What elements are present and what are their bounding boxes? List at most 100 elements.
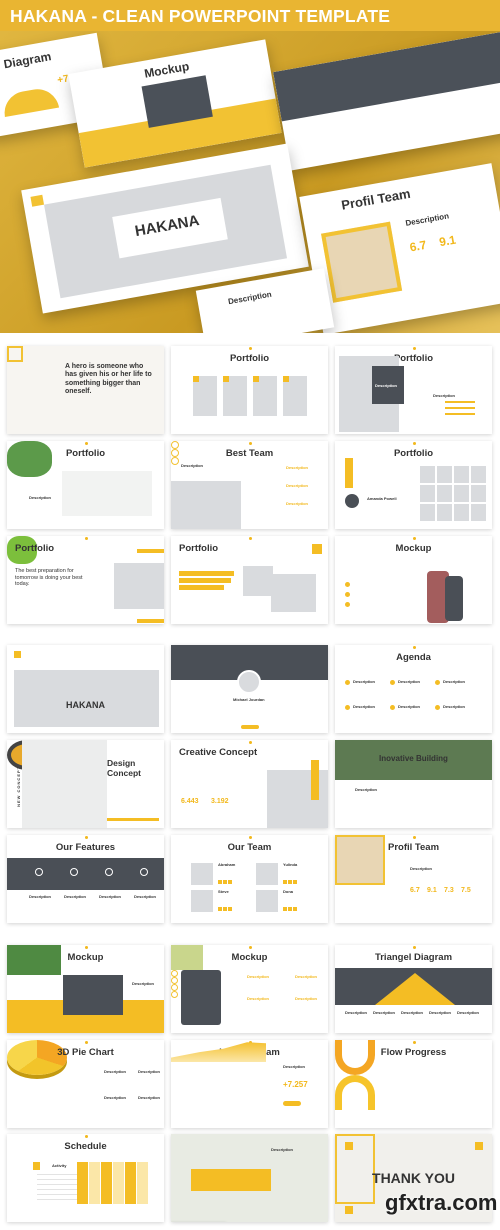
accent-bar: [107, 818, 159, 821]
slide-tablet[interactable]: Mockup Description Description Description D…: [171, 945, 328, 1033]
slide-design[interactable]: Design Concept NEW CONCEPT: [7, 740, 164, 828]
slide-title: Best Team: [225, 448, 274, 459]
hero-card-title: Profil Team: [340, 185, 412, 213]
slide-features[interactable]: Our Features Description Description Descri…: [7, 835, 164, 923]
row-line: [37, 1199, 77, 1200]
slide-bars[interactable]: Portfolio: [171, 536, 328, 624]
description-label: Description: [410, 866, 433, 871]
slide-ourteam[interactable]: Our Team Abraham Yulinda Steve Dona: [171, 835, 328, 923]
slide-triangle[interactable]: Triangel Diagram Description Description De…: [335, 945, 492, 1033]
description-label: Description: [283, 1064, 306, 1069]
slide-marker: [84, 1041, 88, 1044]
slide-profile[interactable]: Michael Jourdan: [171, 645, 328, 733]
feature-icon: [70, 868, 78, 876]
quote-text: The best preparation for tomorrow is doi…: [15, 568, 83, 588]
hero-collage: Diagram +7.257 Mockup HAKANA Profil Team…: [0, 31, 500, 333]
slide-title: Our Team: [227, 842, 272, 853]
button: [283, 1101, 301, 1106]
bullet-icon: [345, 602, 350, 607]
icon-circle: [171, 991, 178, 998]
team-photo: [256, 890, 278, 912]
slide-quote2[interactable]: Portfolio The best preparation for tomorr…: [7, 536, 164, 624]
item-label: Description: [443, 704, 466, 709]
hero-card-value: 9.1: [438, 232, 457, 250]
member-name: Steve: [218, 889, 229, 894]
side-badge: [311, 760, 319, 800]
slide-cover[interactable]: HAKANA: [7, 645, 164, 733]
slide-gallery[interactable]: Portfolio: [171, 346, 328, 434]
corner-square: [475, 1142, 483, 1150]
slide-hills[interactable]: Hills DiagramDescription+7.257: [171, 1040, 328, 1128]
stat-value: 3.192: [211, 798, 229, 805]
yellow-bracket: [137, 619, 164, 623]
slide-map[interactable]: Description: [171, 1134, 328, 1222]
grid-photo: [437, 466, 452, 483]
item-label: Description: [286, 483, 309, 488]
item-label: Description: [295, 974, 318, 979]
social-icon: [293, 907, 297, 911]
location-card: [191, 1169, 271, 1191]
social-icon: [293, 880, 297, 884]
hero-card-value: 6.7: [408, 237, 428, 255]
laptop-image: [63, 975, 123, 1015]
desk-photo: [22, 740, 107, 828]
slide-flow[interactable]: Flow Progress: [335, 1040, 492, 1128]
item-label: Description: [286, 501, 309, 506]
slide-title: Mockup: [231, 952, 268, 963]
quote-text: A hero is someone who has given his or h…: [65, 363, 152, 396]
yellow-square: [312, 544, 322, 554]
slide-marker: [248, 836, 252, 839]
slide-schedule[interactable]: Schedule Activity: [7, 1134, 164, 1222]
feature-icon: [35, 868, 43, 876]
slide-plant[interactable]: Portfolio Description: [7, 441, 164, 529]
slide-terrarium[interactable]: Portfolio Description Description: [335, 346, 492, 434]
button: [241, 725, 259, 729]
photo-plant: [62, 471, 152, 516]
item-label: Description: [345, 1010, 368, 1015]
social-icon: [223, 880, 227, 884]
schedule-column: [125, 1162, 136, 1204]
slide-title: Mockup: [67, 952, 104, 963]
progress-bar: [179, 571, 234, 576]
stat-value: 7.5: [461, 887, 471, 894]
item-label: Description: [286, 465, 309, 470]
schedule-column: [77, 1162, 88, 1204]
slide-profil[interactable]: Profil Team Description 6.7 9.1 7.3 7.5: [335, 835, 492, 923]
corner-square: [345, 1142, 353, 1150]
item-label: Description: [134, 894, 157, 899]
bullet-icon: [345, 582, 350, 587]
slide-laptop[interactable]: Mockup Description: [7, 945, 164, 1033]
hero-card-profile: [273, 31, 500, 171]
slide-creative[interactable]: Creative Concept 6.443 3.192: [171, 740, 328, 828]
photo-phone: [171, 481, 241, 529]
logo-square: [30, 194, 45, 207]
slide-pie[interactable]: 3D Pie Chart Description Description Descri…: [7, 1040, 164, 1128]
stat-value: +7.257: [283, 1080, 308, 1089]
slide-agenda[interactable]: Agenda Description Description Description D…: [335, 645, 492, 733]
logo-square: [14, 651, 21, 658]
slide-building[interactable]: Inovative Building Description: [335, 740, 492, 828]
slide-marker: [248, 946, 252, 949]
description-label: Description: [132, 981, 155, 986]
description-label: Description: [29, 495, 52, 500]
header-photo: [273, 31, 500, 122]
slide-quote[interactable]: A hero is someone who has given his or h…: [7, 346, 164, 434]
slide-marker: [84, 537, 88, 540]
grid-photo: [437, 504, 452, 521]
slide-team3[interactable]: Best Team Description Description Descripti…: [171, 441, 328, 529]
frame-square: [7, 346, 23, 362]
item-label: Description: [443, 679, 466, 684]
slide-phone[interactable]: Mockup: [335, 536, 492, 624]
social-icon: [283, 907, 287, 911]
schedule-column: [101, 1162, 112, 1204]
stat-value: 9.1: [427, 887, 437, 894]
frame: [335, 1134, 375, 1204]
slide-title: Creative Concept: [179, 747, 258, 758]
phone-image: [445, 576, 463, 621]
card-label: Description: [375, 383, 398, 388]
grid-photo: [454, 466, 469, 483]
slide-grid[interactable]: Portfolio Amanda Powell: [335, 441, 492, 529]
slide-title: 3D Pie Chart: [57, 1047, 114, 1058]
photo: [271, 574, 316, 612]
photo-badge: [193, 376, 199, 382]
